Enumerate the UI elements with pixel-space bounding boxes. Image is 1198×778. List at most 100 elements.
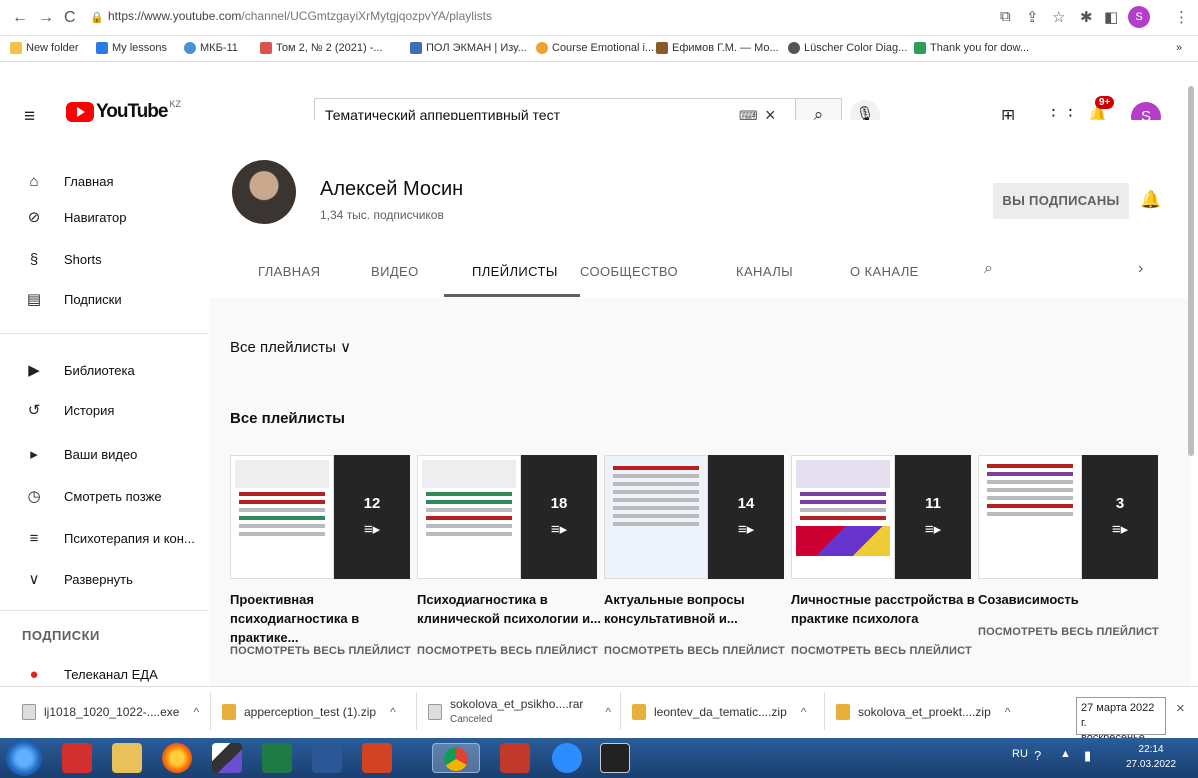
tab-playlists[interactable]: ПЛЕЙЛИСТЫ: [472, 264, 558, 279]
star-icon[interactable]: ☆: [1052, 8, 1065, 26]
install-icon[interactable]: ⧉: [1000, 8, 1011, 25]
sidebar-item-library[interactable]: ▶ Библиотека: [0, 352, 208, 388]
playlist-thumbnail[interactable]: [978, 455, 1082, 579]
start-button-icon[interactable]: [6, 740, 42, 776]
tab-home[interactable]: ГЛАВНАЯ: [258, 264, 320, 279]
playlist-thumbnail[interactable]: [604, 455, 708, 579]
sidebar-item-explore[interactable]: ⊘ Навигатор: [0, 199, 208, 235]
chevron-right-icon[interactable]: ›: [1138, 260, 1144, 278]
bookmark-item[interactable]: New folder: [10, 42, 79, 54]
file-explorer-icon[interactable]: [112, 743, 142, 773]
playlist-count-overlay: 12 ≡▸: [334, 455, 410, 579]
bookmark-item[interactable]: Том 2, № 2 (2021) -...: [260, 42, 383, 54]
bookmark-item[interactable]: МКБ-11: [184, 42, 238, 54]
chevron-up-icon[interactable]: ^: [801, 705, 807, 719]
youtube-logo[interactable]: YouTube KZ: [66, 99, 181, 123]
page-scrollbar[interactable]: [1188, 86, 1194, 456]
sidebar-item-label: Ваши видео: [64, 446, 138, 462]
sort-dropdown[interactable]: Все плейлисты ∨: [230, 338, 351, 356]
forward-icon[interactable]: →: [38, 9, 54, 27]
playlist-thumbnail[interactable]: [230, 455, 334, 579]
download-item[interactable]: lj1018_1020_1022-....exe ^: [22, 704, 199, 720]
zoom-icon[interactable]: [552, 743, 582, 773]
sidebar-subscription-item[interactable]: ● Телеканал ЕДА: [0, 662, 208, 686]
view-full-playlist-link[interactable]: ПОСМОТРЕТЬ ВЕСЬ ПЛЕЙЛИСТ: [604, 645, 785, 657]
playlist-title[interactable]: Актуальные вопросы консультативной и...: [604, 590, 790, 628]
download-status: Canceled: [450, 714, 493, 725]
url-field[interactable]: https://www.youtube.com/channel/UCGmtzga…: [108, 9, 492, 23]
subscribed-button[interactable]: ВЫ ПОДПИСАНЫ: [993, 183, 1129, 219]
playlist-title[interactable]: Личностные расстройства в практике психол…: [791, 590, 977, 628]
view-full-playlist-link[interactable]: ПОСМОТРЕТЬ ВЕСЬ ПЛЕЙЛИСТ: [417, 645, 598, 657]
bookmark-item[interactable]: Course Emotional i...: [536, 42, 654, 54]
playlist-title[interactable]: Психодиагностика в клинической психологии…: [417, 590, 603, 628]
word-icon[interactable]: [312, 743, 342, 773]
tab-about[interactable]: О КАНАЛЕ: [850, 264, 919, 279]
chevron-up-icon[interactable]: ^: [390, 705, 396, 719]
system-clock[interactable]: 22:14 27.03.2022: [1126, 742, 1176, 772]
playlist-card[interactable]: 18 ≡▸: [417, 455, 597, 579]
playlist-title[interactable]: Проективная психодиагностика в практике..…: [230, 590, 416, 647]
sidebar-item-home[interactable]: ⌂ Главная: [0, 163, 208, 199]
browser-menu-icon[interactable]: ⋮: [1174, 8, 1189, 26]
playlist-card[interactable]: 11 ≡▸: [791, 455, 971, 579]
channel-search-icon[interactable]: ⌕: [984, 260, 993, 278]
help-icon[interactable]: ?: [1034, 748, 1041, 763]
app-icon[interactable]: [212, 743, 242, 773]
excel-icon[interactable]: [262, 743, 292, 773]
pdf-reader-icon[interactable]: [62, 743, 92, 773]
download-item[interactable]: leontev_da_tematic....zip ^: [632, 704, 806, 720]
view-full-playlist-link[interactable]: ПОСМОТРЕТЬ ВЕСЬ ПЛЕЙЛИСТ: [791, 645, 972, 657]
playlist-thumbnail[interactable]: [417, 455, 521, 579]
playlist-title[interactable]: Созависимость: [978, 590, 1164, 609]
chevron-up-icon[interactable]: ^: [1005, 705, 1011, 719]
firefox-icon[interactable]: [162, 743, 192, 773]
reload-icon[interactable]: C: [64, 9, 76, 27]
playlist-card[interactable]: 14 ≡▸: [604, 455, 784, 579]
spss-icon[interactable]: [500, 743, 530, 773]
view-full-playlist-link[interactable]: ПОСМОТРЕТЬ ВЕСЬ ПЛЕЙЛИСТ: [230, 645, 411, 657]
download-item[interactable]: sokolova_et_psikho....rar Canceled ^: [428, 696, 611, 728]
browser-profile-avatar[interactable]: S: [1128, 6, 1150, 28]
back-icon[interactable]: ←: [12, 9, 28, 27]
sidebar-item-shorts[interactable]: § Shorts: [0, 241, 208, 277]
tab-videos[interactable]: ВИДЕО: [371, 264, 419, 279]
chevron-up-icon[interactable]: ^: [193, 705, 199, 719]
bookmark-item[interactable]: Thank you for dow...: [914, 42, 1029, 54]
network-icon[interactable]: ▮: [1084, 748, 1091, 764]
sidebar-item-your-videos[interactable]: ▸ Ваши видео: [0, 436, 208, 472]
sidebar-item-playlist[interactable]: ≡ Психотерапия и кон...: [0, 520, 208, 556]
view-full-playlist-link[interactable]: ПОСМОТРЕТЬ ВЕСЬ ПЛЕЙЛИСТ: [978, 626, 1159, 638]
playlist-card[interactable]: 12 ≡▸: [230, 455, 410, 579]
sidebar-item-subscriptions[interactable]: ▤ Подписки: [0, 281, 208, 317]
share-icon[interactable]: ⇪: [1026, 8, 1039, 26]
sidebar-item-history[interactable]: ↺ История: [0, 392, 208, 428]
chevron-up-icon[interactable]: ^: [605, 705, 611, 719]
chrome-taskbar-button[interactable]: [432, 743, 480, 773]
extensions-icon[interactable]: ✱: [1080, 8, 1093, 26]
tray-overflow-icon[interactable]: ▲: [1060, 748, 1071, 760]
sidebar-item-expand[interactable]: ∨ Развернуть: [0, 561, 208, 597]
download-item[interactable]: apperception_test (1).zip ^: [222, 704, 396, 720]
bookmark-item[interactable]: My lessons: [96, 42, 167, 54]
download-item[interactable]: sokolova_et_proekt....zip ^: [836, 704, 1010, 720]
powerpoint-icon[interactable]: [362, 743, 392, 773]
tab-community[interactable]: СООБЩЕСТВО: [580, 264, 678, 279]
playlist-thumbnail[interactable]: [791, 455, 895, 579]
channel-avatar[interactable]: [232, 160, 296, 224]
sidebar-item-watch-later[interactable]: ◷ Смотреть позже: [0, 478, 208, 514]
tab-channels[interactable]: КАНАЛЫ: [736, 264, 793, 279]
channel-bell-icon[interactable]: 🔔: [1140, 190, 1161, 210]
close-download-bar-icon[interactable]: ×: [1176, 700, 1185, 717]
playlist-card[interactable]: 3 ≡▸: [978, 455, 1158, 579]
bookmark-item[interactable]: ПОЛ ЭКМАН | Изу...: [410, 42, 527, 54]
7zip-icon[interactable]: [600, 743, 630, 773]
hamburger-menu-icon[interactable]: ≡: [24, 106, 35, 128]
more-bookmarks-icon[interactable]: »: [1176, 42, 1182, 54]
language-indicator[interactable]: RU: [1012, 748, 1028, 760]
your-videos-icon: ▸: [30, 446, 38, 463]
subscriptions-icon: ▤: [26, 291, 42, 308]
sidepanel-icon[interactable]: ◧: [1104, 8, 1118, 26]
bookmark-item[interactable]: Lüscher Color Diag...: [788, 42, 907, 54]
bookmark-item[interactable]: Ефимов Г.М. — Мо...: [656, 42, 779, 54]
